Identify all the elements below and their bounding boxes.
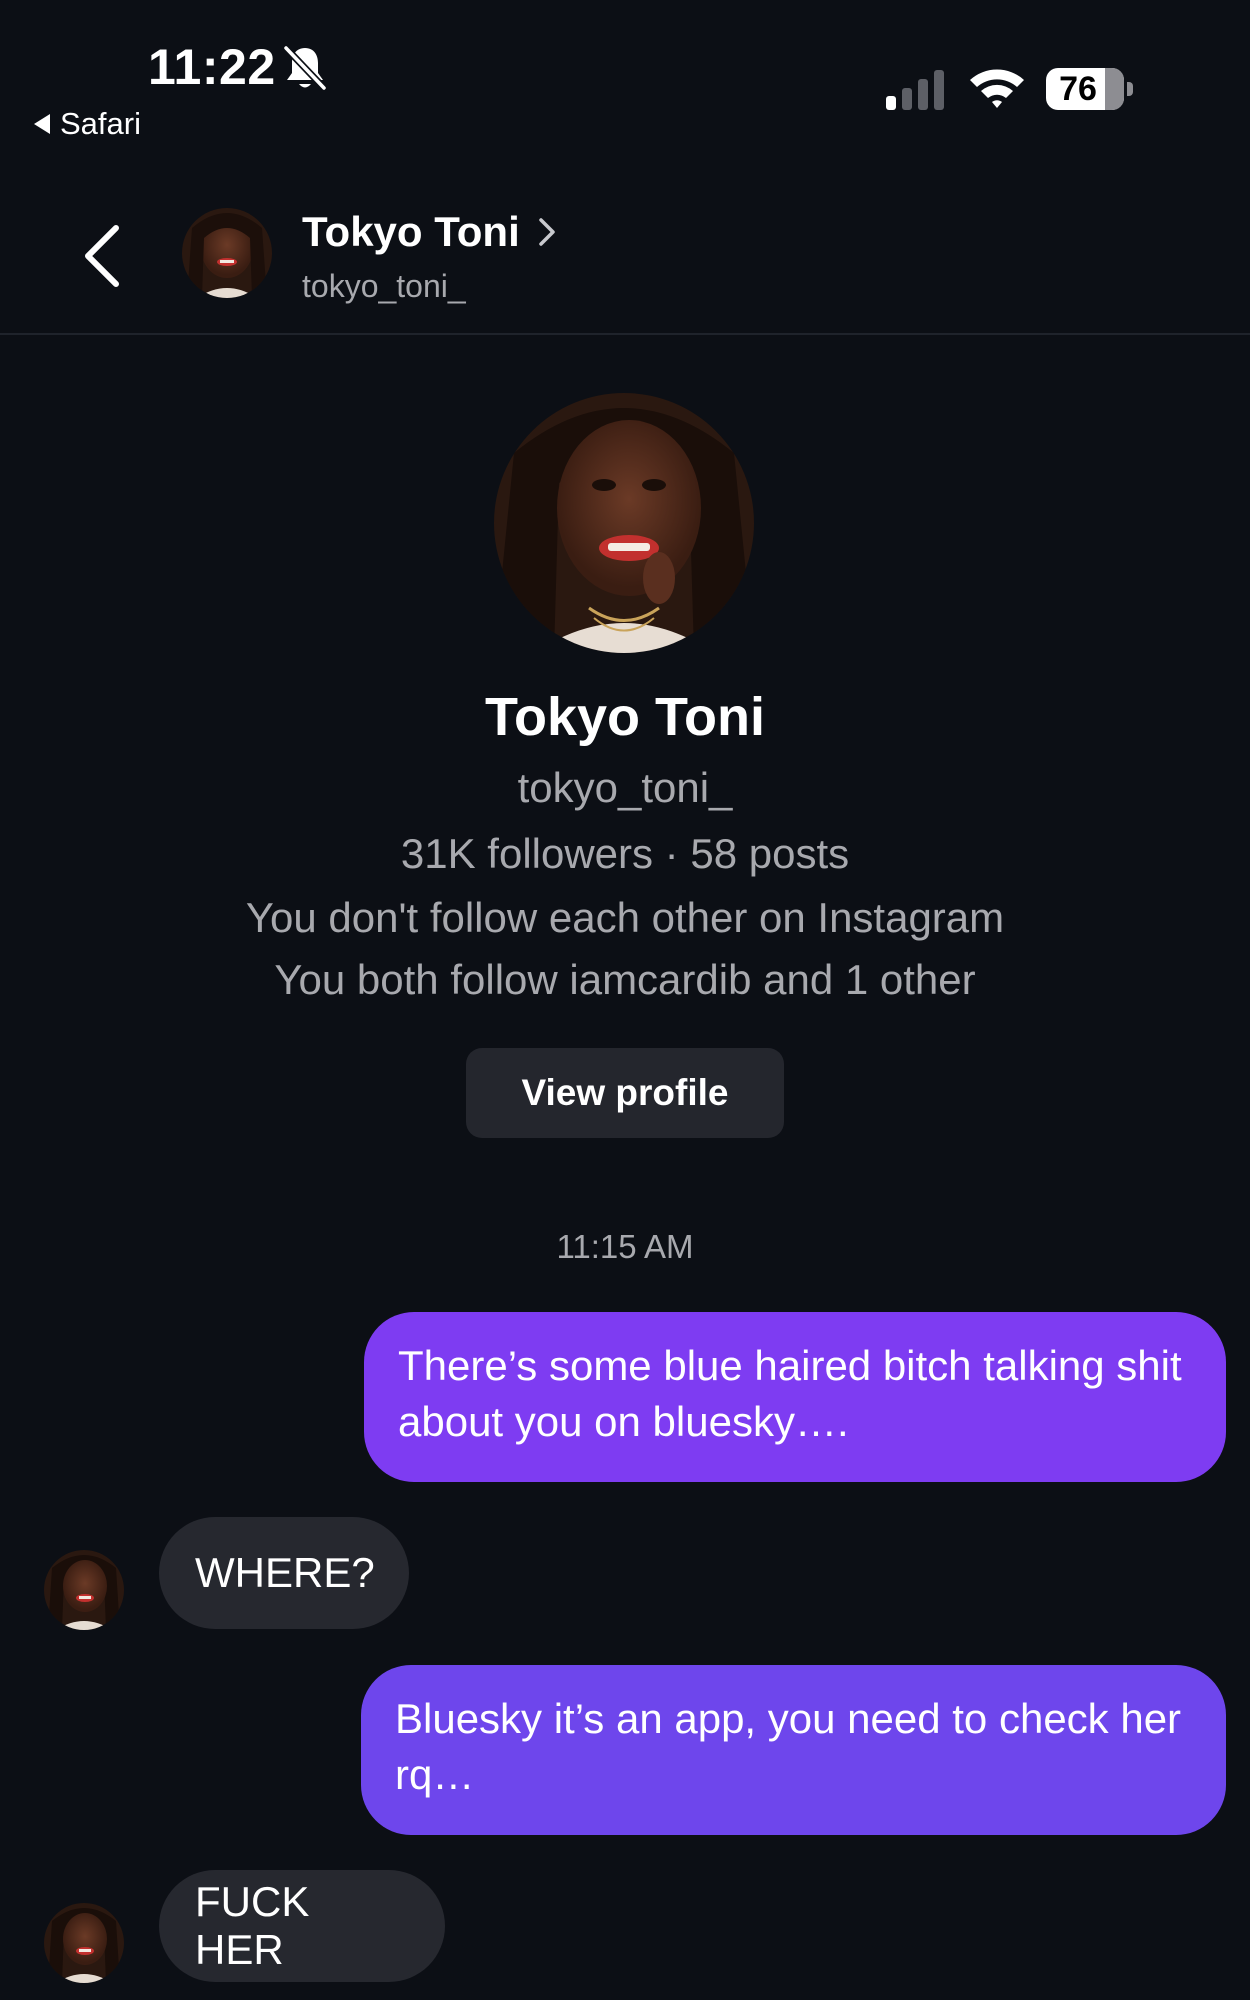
wifi-icon (968, 64, 1026, 112)
outgoing-message[interactable]: Bluesky it’s an app, you need to check h… (361, 1665, 1226, 1835)
profile-stats: 31K followers · 58 posts (400, 830, 850, 877)
follow-status: You don't follow each other on Instagram (245, 894, 1005, 941)
cellular-signal-icon (886, 68, 950, 112)
incoming-message[interactable]: FUCK HER (159, 1870, 445, 1982)
back-triangle-icon (34, 114, 50, 134)
sender-avatar[interactable] (44, 1550, 124, 1630)
header-handle: tokyo_toni_ (302, 268, 466, 304)
chevron-right-icon (539, 218, 555, 246)
battery-percent: 76 (1059, 69, 1097, 108)
status-time: 11:22 (148, 39, 276, 95)
profile-name: Tokyo Toni (485, 687, 765, 747)
header-divider (0, 333, 1250, 335)
view-profile-button[interactable]: View profile (466, 1048, 784, 1138)
header-name-link[interactable]: Tokyo Toni (302, 208, 556, 256)
profile-handle: tokyo_toni_ (517, 764, 733, 811)
header-avatar[interactable] (182, 208, 272, 298)
header-name: Tokyo Toni (302, 208, 520, 255)
battery-icon: 76 (1046, 68, 1133, 112)
back-to-safari[interactable]: Safari (34, 106, 141, 142)
sender-avatar[interactable] (44, 1903, 124, 1983)
mutual-follows: You both follow iamcardib and 1 other (274, 956, 976, 1003)
bell-muted-icon (282, 44, 328, 92)
message-timestamp: 11:15 AM (556, 1228, 694, 1265)
back-app-label: Safari (60, 106, 141, 141)
profile-avatar[interactable] (494, 393, 754, 653)
outgoing-message[interactable]: There’s some blue haired bitch talking s… (364, 1312, 1226, 1482)
back-chevron-icon[interactable] (82, 224, 122, 288)
incoming-message[interactable]: WHERE? (159, 1517, 409, 1629)
